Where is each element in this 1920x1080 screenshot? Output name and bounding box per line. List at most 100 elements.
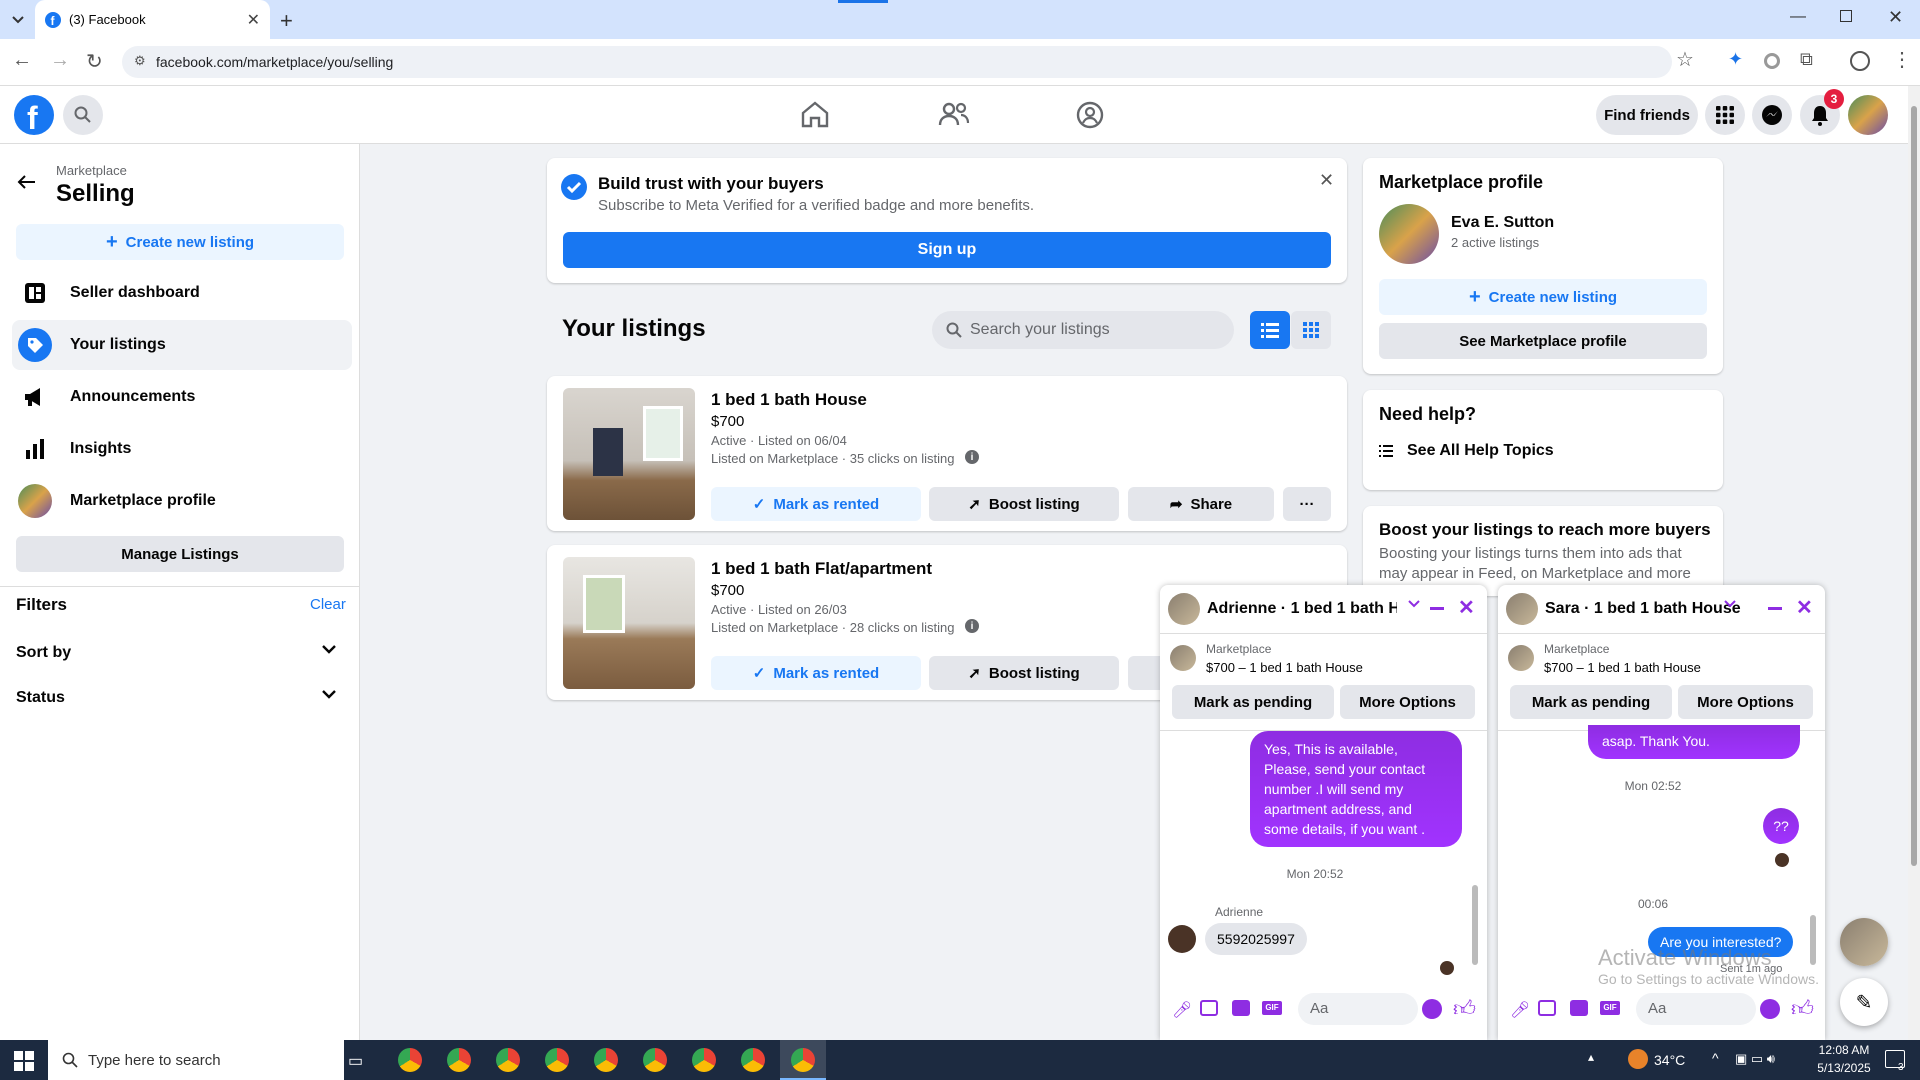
extensions-puzzle-icon[interactable]: ⧉ xyxy=(1800,49,1813,70)
status-filter[interactable]: Status xyxy=(16,689,336,707)
restore-window-icon[interactable] xyxy=(1840,10,1852,22)
minimize-chat-icon[interactable] xyxy=(1430,607,1444,610)
minimize-chat-icon[interactable] xyxy=(1768,607,1782,610)
sort-by-filter[interactable]: Sort by xyxy=(16,644,336,662)
message-input[interactable]: Aa xyxy=(1636,993,1756,1025)
tab-close-icon[interactable]: ✕ xyxy=(247,10,260,30)
mark-as-rented-button[interactable]: ✓ Mark as rented xyxy=(711,656,921,690)
chrome-taskbar-icon[interactable] xyxy=(643,1048,667,1072)
boost-listing-button[interactable]: ➚ Boost listing xyxy=(929,487,1119,521)
chat-head-avatar[interactable] xyxy=(1840,918,1888,966)
see-marketplace-profile-button[interactable]: See Marketplace profile xyxy=(1379,323,1707,359)
menu-grid-icon[interactable] xyxy=(1705,95,1745,135)
search-listings-input[interactable]: Search your listings xyxy=(932,311,1234,349)
mark-as-pending-button[interactable]: Mark as pending xyxy=(1172,685,1334,719)
boost-listing-button[interactable]: ➚ Boost listing xyxy=(929,656,1119,690)
listing-title[interactable]: 1 bed 1 bath Flat/apartment xyxy=(711,559,932,579)
clear-filters-link[interactable]: Clear xyxy=(310,596,346,613)
more-options-button[interactable]: More Options xyxy=(1678,685,1813,719)
more-options-icon[interactable]: ··· xyxy=(1283,487,1331,521)
sticker-icon[interactable] xyxy=(1570,1000,1588,1016)
listing-summary[interactable]: $700 – 1 bed 1 bath House xyxy=(1544,660,1701,675)
extension-icon[interactable]: ✦ xyxy=(1728,49,1743,70)
photo-icon[interactable] xyxy=(1200,1000,1218,1016)
temperature[interactable]: 34°C xyxy=(1654,1052,1685,1068)
chrome-taskbar-icon[interactable] xyxy=(594,1048,618,1072)
active-app-highlight[interactable] xyxy=(780,1040,826,1080)
sidebar-item-your-listings[interactable]: Your listings xyxy=(12,320,352,370)
sign-up-button[interactable]: Sign up xyxy=(563,232,1331,268)
create-listing-button[interactable]: + Create new listing xyxy=(1379,279,1707,315)
sticker-icon[interactable] xyxy=(1232,1000,1250,1016)
forward-icon[interactable]: → xyxy=(50,49,70,72)
share-button[interactable]: ➦ Share xyxy=(1128,487,1274,521)
listing-title[interactable]: 1 bed 1 bath House xyxy=(711,390,867,410)
browser-menu-icon[interactable]: ⋮ xyxy=(1892,47,1912,72)
emoji-icon[interactable] xyxy=(1422,999,1442,1019)
thumbs-up-icon[interactable]: 👍︎ xyxy=(1453,995,1476,1022)
system-tray-icons[interactable]: ▣ ▭ 🔊︎ xyxy=(1735,1051,1775,1067)
contact-avatar[interactable] xyxy=(1506,593,1538,625)
close-chat-icon[interactable]: ✕ xyxy=(1458,595,1475,620)
list-view-icon[interactable] xyxy=(1250,311,1290,349)
close-chat-icon[interactable]: ✕ xyxy=(1796,595,1813,620)
sidebar-item-seller-dashboard[interactable]: Seller dashboard xyxy=(12,268,352,318)
sidebar-item-marketplace-profile[interactable]: Marketplace profile xyxy=(12,476,352,526)
close-window-icon[interactable]: ✕ xyxy=(1888,7,1903,28)
chevron-down-icon[interactable] xyxy=(1408,599,1420,609)
chrome-taskbar-icon[interactable] xyxy=(741,1048,765,1072)
profile-name[interactable]: Eva E. Sutton xyxy=(1451,214,1554,232)
account-avatar[interactable] xyxy=(1848,95,1888,135)
chrome-taskbar-icon[interactable] xyxy=(398,1048,422,1072)
chrome-taskbar-icon[interactable] xyxy=(545,1048,569,1072)
thumbs-up-icon[interactable]: 👍︎ xyxy=(1791,995,1814,1022)
facebook-logo-icon[interactable]: f xyxy=(14,95,54,135)
messenger-icon[interactable] xyxy=(1752,95,1792,135)
reload-icon[interactable]: ↻ xyxy=(86,49,103,74)
chrome-taskbar-icon[interactable] xyxy=(496,1048,520,1072)
help-topics-link[interactable]: See All Help Topics xyxy=(1379,442,1554,460)
microphone-icon[interactable]: 🎤︎ xyxy=(1510,1000,1530,1020)
mark-as-rented-button[interactable]: ✓ Mark as rented xyxy=(711,487,921,521)
back-icon[interactable]: ← xyxy=(12,49,32,72)
listing-summary[interactable]: $700 – 1 bed 1 bath House xyxy=(1206,660,1363,675)
chat-title[interactable]: Adrienne · 1 bed 1 bath Ho... xyxy=(1207,600,1397,618)
home-icon[interactable] xyxy=(800,100,830,128)
sidebar-item-announcements[interactable]: Announcements xyxy=(12,372,352,422)
close-icon[interactable]: ✕ xyxy=(1319,170,1334,191)
listing-card[interactable]: 1 bed 1 bath House $700 Active · Listed … xyxy=(547,376,1347,531)
windows-start-icon[interactable] xyxy=(14,1051,34,1071)
find-friends-button[interactable]: Find friends xyxy=(1596,95,1698,135)
taskbar-scroll-arrows[interactable]: ▴ xyxy=(1588,1050,1594,1064)
clock-date[interactable]: 5/13/2025 xyxy=(1808,1061,1880,1075)
sidebar-item-insights[interactable]: Insights xyxy=(12,424,352,474)
more-options-button[interactable]: More Options xyxy=(1340,685,1475,719)
profile-avatar[interactable] xyxy=(1379,204,1439,264)
listing-photo[interactable] xyxy=(563,557,695,689)
bookmark-star-icon[interactable]: ☆ xyxy=(1676,47,1694,72)
page-scrollbar[interactable] xyxy=(1908,86,1920,1040)
sender-avatar[interactable] xyxy=(1168,925,1196,953)
new-tab-icon[interactable]: + xyxy=(280,8,293,34)
photo-icon[interactable] xyxy=(1538,1000,1556,1016)
message-input[interactable]: Aa xyxy=(1298,993,1418,1025)
chrome-taskbar-icon[interactable] xyxy=(692,1048,716,1072)
contact-avatar[interactable] xyxy=(1168,593,1200,625)
chrome-taskbar-icon[interactable] xyxy=(447,1048,471,1072)
tab-list-icon[interactable] xyxy=(8,10,28,28)
minimize-window-icon[interactable]: — xyxy=(1790,8,1806,26)
microphone-icon[interactable]: 🎤︎ xyxy=(1172,1000,1192,1020)
mark-as-pending-button[interactable]: Mark as pending xyxy=(1510,685,1672,719)
gif-icon[interactable]: GIF xyxy=(1262,1001,1282,1015)
chevron-down-icon[interactable] xyxy=(1724,599,1736,609)
task-view-icon[interactable]: ▭ xyxy=(348,1051,363,1071)
new-message-icon[interactable]: ✎ xyxy=(1840,978,1888,1026)
chat-title[interactable]: Sara · 1 bed 1 bath House xyxy=(1545,600,1741,618)
info-icon[interactable]: i xyxy=(965,450,979,464)
url-bar[interactable]: ⚙ facebook.com/marketplace/you/selling xyxy=(122,46,1672,78)
emoji-icon[interactable] xyxy=(1760,999,1780,1019)
chat-scrollbar[interactable] xyxy=(1810,915,1816,965)
browser-tab[interactable]: f (3) Facebook ✕ xyxy=(35,0,270,39)
chat-scrollbar[interactable] xyxy=(1472,885,1478,965)
manage-listings-button[interactable]: Manage Listings xyxy=(16,536,344,572)
